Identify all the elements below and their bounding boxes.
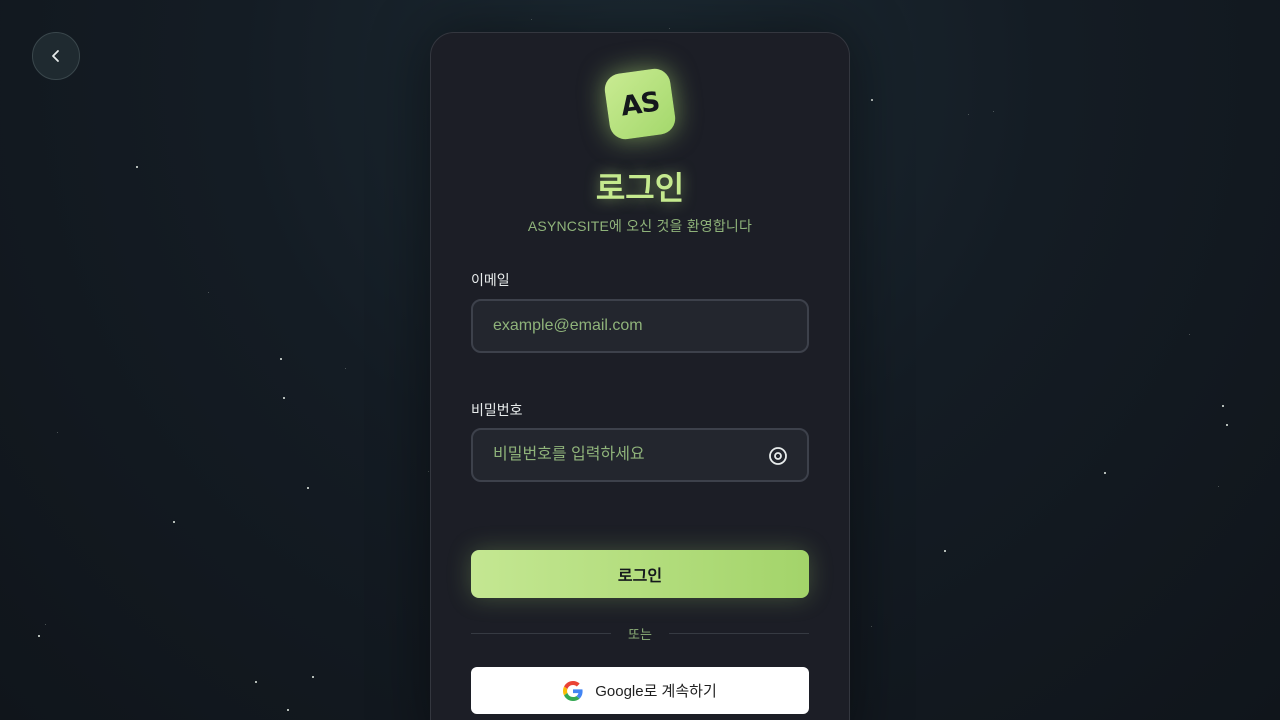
- back-button[interactable]: [32, 32, 80, 80]
- login-card: AS 로그인 ASYNCSITE에 오신 것을 환영합니다 이메일 비밀번호 로…: [430, 32, 850, 720]
- page-subtitle: ASYNCSITE에 오신 것을 환영합니다: [527, 218, 753, 234]
- brand-logo: AS: [602, 66, 678, 142]
- page-title: 로그인: [595, 170, 685, 206]
- email-label: 이메일: [471, 272, 510, 288]
- email-field-wrapper: [471, 299, 809, 353]
- eye-icon: [769, 447, 787, 465]
- login-button[interactable]: 로그인: [471, 550, 809, 598]
- google-login-label: Google로 계속하기: [595, 683, 717, 700]
- divider-line-left: [471, 632, 612, 634]
- divider-line-right: [668, 632, 810, 634]
- password-field[interactable]: [473, 430, 807, 480]
- email-field[interactable]: [473, 301, 807, 351]
- or-divider: 또는: [471, 624, 810, 642]
- password-label: 비밀번호: [471, 402, 523, 418]
- divider-text: 또는: [628, 626, 652, 642]
- google-icon: [563, 680, 583, 701]
- password-visibility-toggle[interactable]: [767, 447, 789, 465]
- logo-text: AS: [618, 85, 662, 123]
- chevron-left-icon: [52, 50, 59, 62]
- google-login-button[interactable]: Google로 계속하기: [471, 667, 809, 714]
- password-field-wrapper: [471, 428, 809, 482]
